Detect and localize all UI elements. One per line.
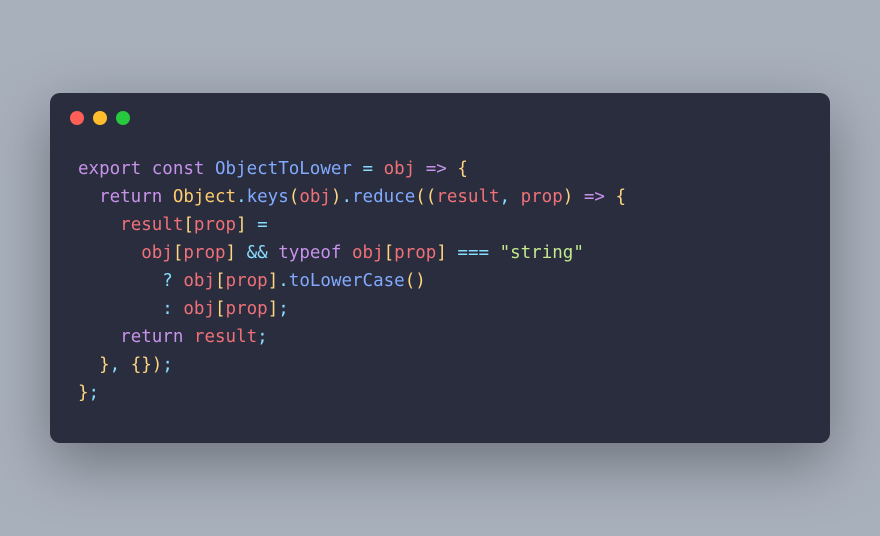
code-token: prop [226,299,268,319]
code-token: typeof [278,243,352,263]
code-token [173,299,184,319]
code-token: ] [436,243,447,263]
code-token: : [162,299,173,319]
code-token: ] [226,243,237,263]
code-token: prop [521,187,563,207]
code-token: = [247,215,268,235]
code-token [78,243,141,263]
code-token: {} [131,355,152,375]
code-token [78,299,162,319]
code-token: => [426,159,447,179]
code-token: obj [183,271,215,291]
code-token: { [615,187,626,207]
code-token: [ [384,243,395,263]
code-token: keys [247,187,289,207]
code-token [447,159,458,179]
code-token: prop [183,243,225,263]
code-token [605,187,616,207]
code-token: Object [173,187,236,207]
code-token [78,327,120,347]
code-token: === [457,243,489,263]
code-token: ) [152,355,163,375]
code-token [447,243,458,263]
code-token: result [120,215,183,235]
code-token: ; [162,355,173,375]
code-token [78,271,162,291]
code-window: export const ObjectToLower = obj => { re… [50,93,830,443]
code-token: [ [173,243,184,263]
code-token: [ [183,215,194,235]
code-token: "string" [500,243,584,263]
code-token: result [436,187,499,207]
code-token: } [78,383,89,403]
code-token [173,271,184,291]
code-token: ] [268,271,279,291]
code-token: return [99,187,173,207]
code-token [78,215,120,235]
code-token: ) [331,187,342,207]
code-token [268,243,279,263]
code-token: prop [194,215,236,235]
titlebar [50,93,830,135]
code-token: ) [563,187,574,207]
code-token: , [110,355,131,375]
code-token: prop [394,243,436,263]
code-token: prop [226,271,268,291]
code-token: = [352,159,384,179]
code-token: , [500,187,521,207]
code-token: { [457,159,468,179]
code-token [78,355,99,375]
close-icon[interactable] [70,111,84,125]
code-token: . [341,187,352,207]
maximize-icon[interactable] [116,111,130,125]
code-token: && [247,243,268,263]
code-token: ObjectToLower [215,159,352,179]
code-token: export [78,159,152,179]
code-token: ? [162,271,173,291]
code-token: reduce [352,187,415,207]
code-token: [ [215,271,226,291]
code-token [236,243,247,263]
code-token: . [278,271,289,291]
code-token [415,159,426,179]
code-token: (( [415,187,436,207]
code-token: obj [352,243,384,263]
code-token: obj [141,243,173,263]
code-token: obj [183,299,215,319]
code-token: ( [289,187,300,207]
code-token: [ [215,299,226,319]
code-token: ; [89,383,100,403]
code-token: ] [236,215,247,235]
code-block: export const ObjectToLower = obj => { re… [50,135,830,443]
code-token: return [120,327,194,347]
code-token [573,187,584,207]
code-token: result [194,327,257,347]
code-token [78,187,99,207]
code-token: obj [384,159,416,179]
code-token: => [584,187,605,207]
code-token: ; [278,299,289,319]
code-token [489,243,500,263]
code-token: obj [299,187,331,207]
code-token: toLowerCase [289,271,405,291]
code-token: } [99,355,110,375]
code-token: () [405,271,426,291]
minimize-icon[interactable] [93,111,107,125]
code-token: const [152,159,215,179]
code-token: ; [257,327,268,347]
code-token: . [236,187,247,207]
code-token: ] [268,299,279,319]
